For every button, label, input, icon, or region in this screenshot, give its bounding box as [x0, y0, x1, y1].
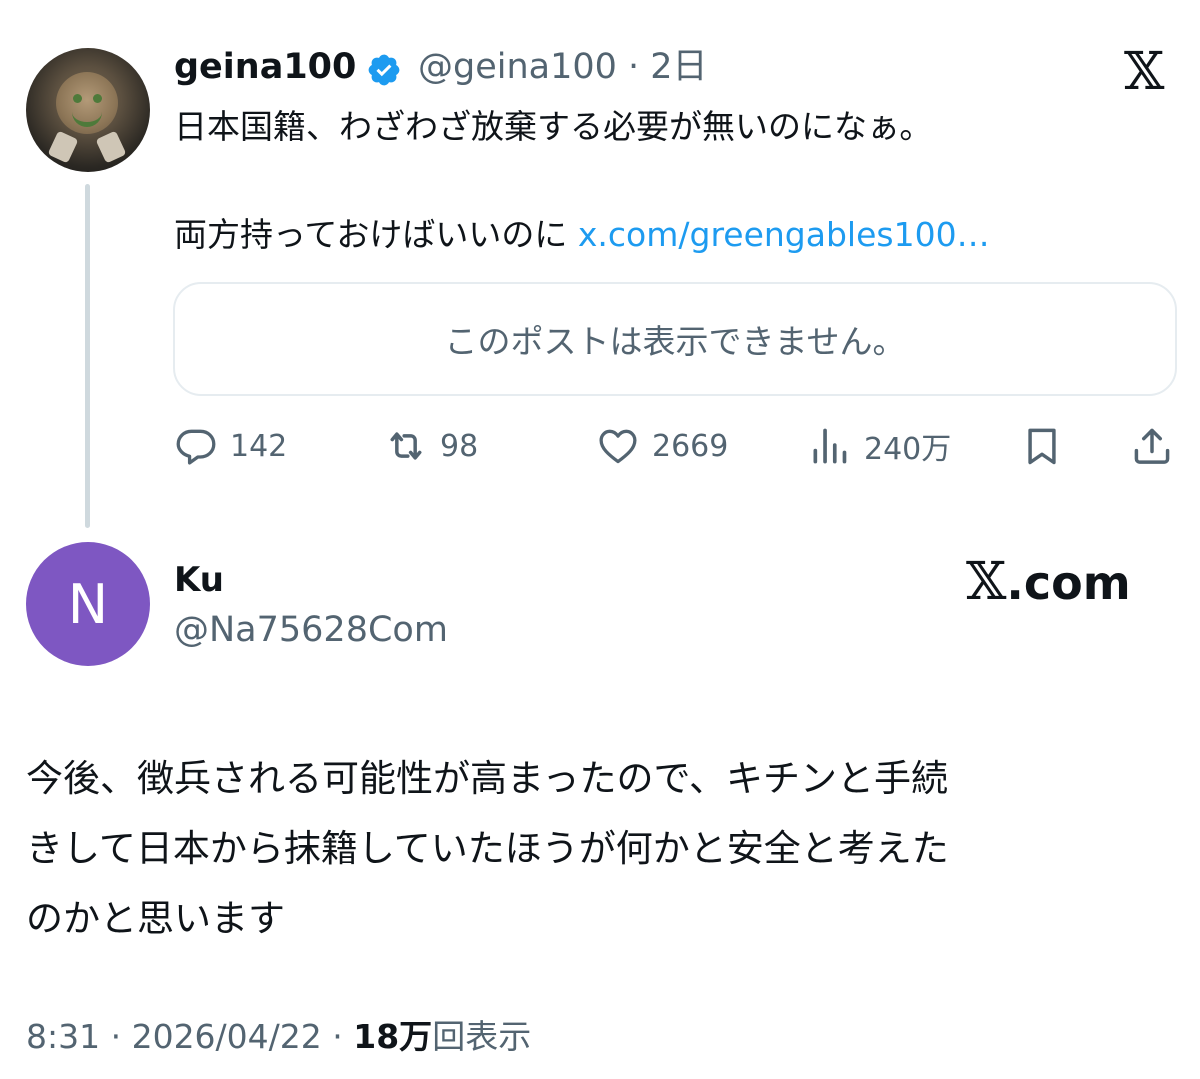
tweet-body-line: きして日本から抹籍していたほうが何かと安全と考えた	[26, 827, 949, 870]
thread-line	[85, 184, 90, 528]
reply-button[interactable]: 142	[174, 424, 287, 468]
tweet-meta: 8:31 · 2026/04/22 · 18万回表示	[26, 1014, 531, 1060]
repost-count: 98	[440, 428, 479, 464]
display-name[interactable]: Ku	[174, 560, 224, 600]
x-com-logo: 𝕏.com	[966, 556, 1131, 609]
verified-badge-icon	[368, 54, 400, 86]
avatar-eye	[93, 94, 102, 103]
tweet-text: 両方持っておけばいいのに	[174, 215, 568, 254]
like-count: 2669	[652, 428, 729, 464]
brand-text: .com	[1006, 556, 1131, 610]
avatar-face	[56, 72, 118, 134]
avatar-mouth	[72, 108, 102, 127]
views-icon	[813, 428, 847, 464]
like-icon	[599, 429, 637, 464]
tweet-body: 今後、徴兵される可能性が高まったので、キチンと手続 きして日本から抹籍していたほ…	[26, 744, 1176, 954]
avatar-eye	[73, 94, 82, 103]
reply-count: 142	[230, 428, 288, 464]
tweet-link[interactable]: x.com/greengables100…	[578, 215, 990, 254]
avatar[interactable]: N	[26, 542, 150, 666]
x-logo-icon: 𝕏	[966, 552, 1007, 612]
repost-button[interactable]: 98	[384, 424, 478, 468]
reply-icon	[176, 429, 216, 465]
tweet-text-line: 両方持っておけばいいのに x.com/greengables100…	[174, 208, 990, 262]
handle[interactable]: @Na75628Com	[174, 608, 448, 652]
share-icon	[1134, 428, 1170, 464]
tweet-body-line: 今後、徴兵される可能性が高まったので、キチンと手続	[26, 757, 949, 800]
unavailable-notice: このポストは表示できません。	[444, 322, 906, 361]
tweet-body-line: のかと思います	[26, 897, 285, 940]
views-count: 240万	[864, 432, 952, 467]
avatar[interactable]	[26, 48, 150, 172]
share-button[interactable]	[1130, 424, 1174, 468]
x-logo-icon[interactable]: 𝕏	[1124, 46, 1164, 98]
avatar-letter: N	[67, 572, 109, 636]
views-count: 18万	[353, 1017, 433, 1056]
repost-icon	[390, 432, 422, 460]
like-button[interactable]: 2669	[596, 424, 728, 468]
views-button[interactable]: 240万	[808, 424, 951, 468]
bookmark-icon	[1028, 428, 1056, 465]
avatar-hand	[47, 130, 79, 164]
views-label: 回表示	[432, 1017, 532, 1056]
tweet-text-line: 日本国籍、わざわざ放棄する必要が無いのになぁ。	[174, 107, 933, 146]
timestamp[interactable]: 8:31 · 2026/04/22 ·	[26, 1017, 353, 1056]
handle-and-time[interactable]: @geina100 · 2日	[418, 44, 708, 90]
bookmark-button[interactable]	[1020, 424, 1064, 468]
avatar-hand	[95, 130, 127, 164]
display-name[interactable]: geina100	[174, 44, 356, 90]
unavailable-quote-card[interactable]: このポストは表示できません。	[173, 282, 1177, 396]
